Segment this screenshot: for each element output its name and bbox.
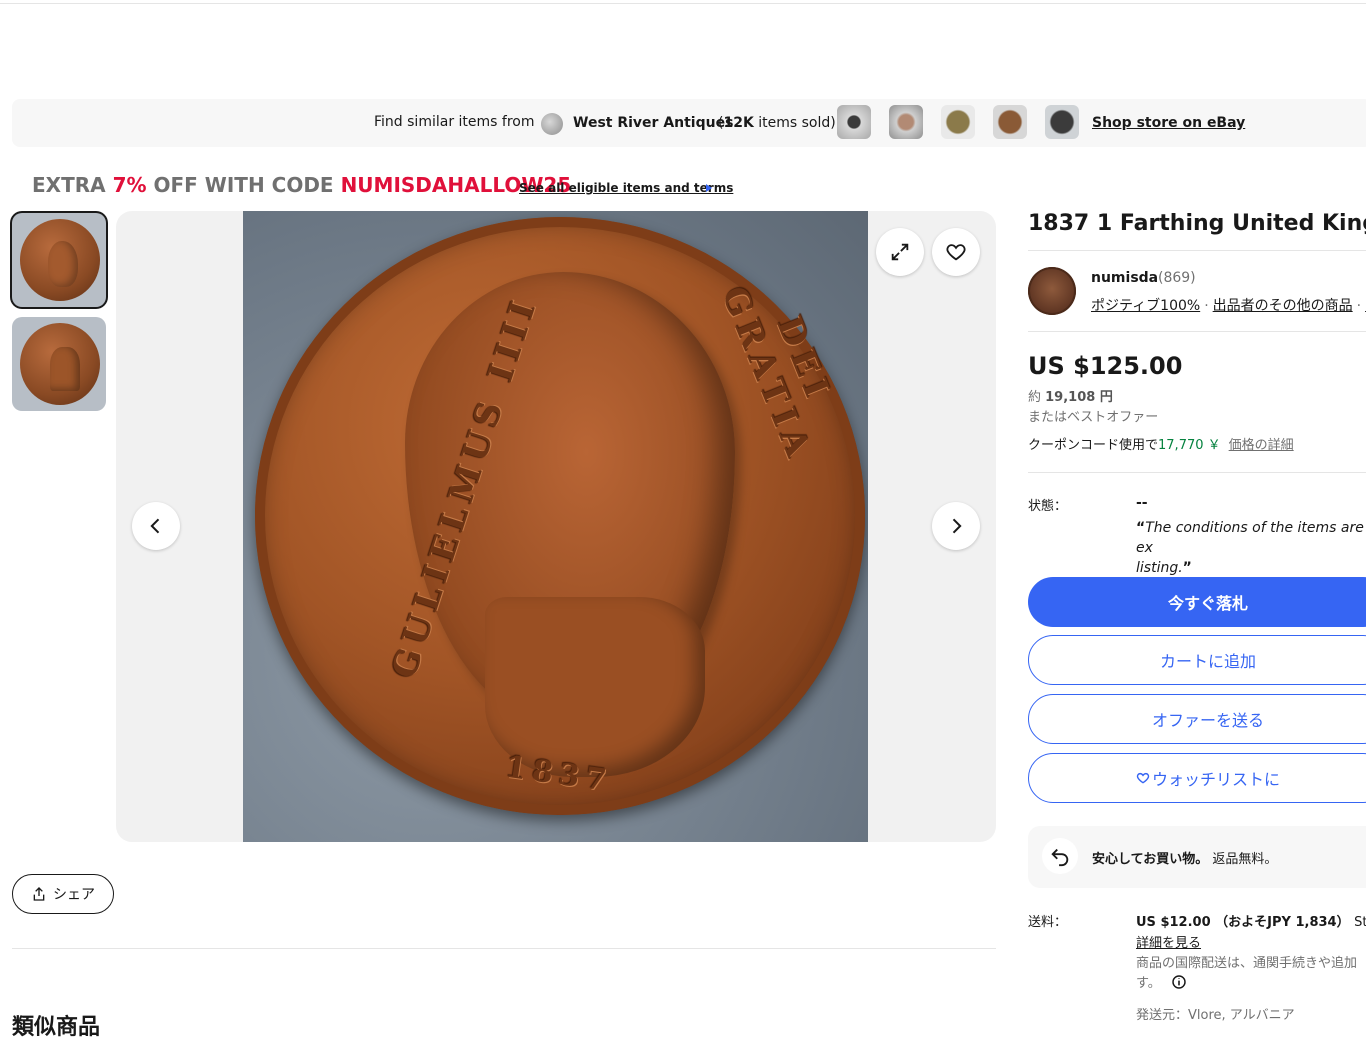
coin-thumbnail-image <box>20 323 100 405</box>
approx-price: 約 19,108 円 <box>1028 390 1113 405</box>
seller-other-items-link[interactable]: 出品者のその他の商品 <box>1213 298 1353 314</box>
share-button[interactable]: シェア <box>12 874 114 914</box>
gallery-thumbnail-obverse[interactable] <box>12 213 106 307</box>
heart-icon <box>946 244 966 261</box>
condition-description: “The conditions of the items are ex listi… <box>1136 520 1364 576</box>
condition-value: -- <box>1136 495 1148 511</box>
shipping-price: US $12.00 （およそJPY 1,834） Sta <box>1136 915 1366 930</box>
assurance-text: 安心してお買い物。 返品無料。 <box>1092 852 1278 867</box>
section-divider <box>12 948 996 949</box>
gallery-thumbnail-reverse[interactable] <box>12 317 106 411</box>
promo-terms-link[interactable]: See all eligible items and terms <box>519 181 733 195</box>
info-icon[interactable] <box>1171 974 1187 990</box>
heart-outline-icon <box>1136 772 1150 784</box>
store-item-thumbnail[interactable] <box>941 105 975 139</box>
condition-label: 状態： <box>1028 499 1068 514</box>
shop-store-link[interactable]: Shop store on eBay <box>1092 115 1245 131</box>
make-offer-button[interactable]: オファーを送る <box>1028 694 1366 744</box>
store-item-thumbnail[interactable] <box>889 105 923 139</box>
item-price: US $125.00 <box>1028 352 1183 380</box>
coin-thumbnail-image <box>20 219 100 301</box>
price-details-link[interactable]: 価格の詳細 <box>1229 438 1294 453</box>
ships-from: 発送元：Vlore, アルバニア <box>1136 1008 1295 1023</box>
store-logo-icon[interactable] <box>541 113 563 135</box>
watch-heart-button[interactable] <box>932 228 980 276</box>
seller-avatar[interactable] <box>1028 267 1076 315</box>
add-to-watchlist-button[interactable]: ウォッチリストに <box>1028 753 1366 803</box>
best-offer-label: またはベストオファー <box>1028 410 1159 425</box>
store-sold-count: (12K items sold) <box>718 115 836 131</box>
store-item-thumbnail[interactable] <box>1045 105 1079 139</box>
similar-items-heading: 類似商品 <box>12 1015 101 1040</box>
previous-image-button[interactable] <box>132 502 180 550</box>
chevron-left-icon <box>150 518 160 534</box>
coupon-price-row: クーポンコード使用で17,770 ￥ 価格の詳細 <box>1028 438 1294 453</box>
watchlist-label: ウォッチリストに <box>1151 770 1280 789</box>
store-banner: Find similar items from West River Antiq… <box>12 99 1366 147</box>
coin: GULIELMUS IIII DEI GRATIA 1837 <box>255 217 865 815</box>
promo-banner: EXTRA 7% OFF WITH CODE NUMISDAHALLOW25 <box>32 173 572 197</box>
arrow-right-icon <box>706 184 712 192</box>
buy-now-button[interactable]: 今すぐ落札 <box>1028 577 1366 627</box>
seller-positive-link[interactable]: ポジティブ100% <box>1091 298 1200 314</box>
share-label: シェア <box>53 887 95 903</box>
buyer-assurance-panel: 安心してお買い物。 返品無料。 <box>1028 826 1366 888</box>
store-item-thumbnail[interactable] <box>993 105 1027 139</box>
seller-links: ポジティブ100%·出品者のその他の商品·出 <box>1091 295 1366 315</box>
shipping-note: 商品の国際配送は、通関手続きや追加 す。 <box>1136 956 1358 991</box>
top-divider <box>0 3 1366 4</box>
chevron-right-icon <box>952 518 962 534</box>
share-icon <box>33 887 45 901</box>
expand-icon <box>891 243 909 261</box>
expand-image-button[interactable] <box>876 228 924 276</box>
shipping-label: 送料： <box>1028 915 1068 930</box>
seller-feedback-count[interactable]: (869) <box>1158 270 1196 286</box>
seller-name-link[interactable]: numisda <box>1091 270 1158 286</box>
next-image-button[interactable] <box>932 502 980 550</box>
shipping-details-link[interactable]: 詳細を見る <box>1136 932 1201 951</box>
find-similar-label: Find similar items from <box>374 114 535 130</box>
store-item-thumbnail[interactable] <box>837 105 871 139</box>
add-to-cart-button[interactable]: カートに追加 <box>1028 635 1366 685</box>
item-title: 1837 1 Farthing United Kingdom <box>1028 211 1366 236</box>
main-image-frame: GULIELMUS IIII DEI GRATIA 1837 <box>116 211 996 842</box>
main-coin-image[interactable]: GULIELMUS IIII DEI GRATIA 1837 <box>243 211 868 842</box>
return-icon <box>1042 838 1078 874</box>
store-name-link[interactable]: West River Antiques <box>573 115 733 131</box>
